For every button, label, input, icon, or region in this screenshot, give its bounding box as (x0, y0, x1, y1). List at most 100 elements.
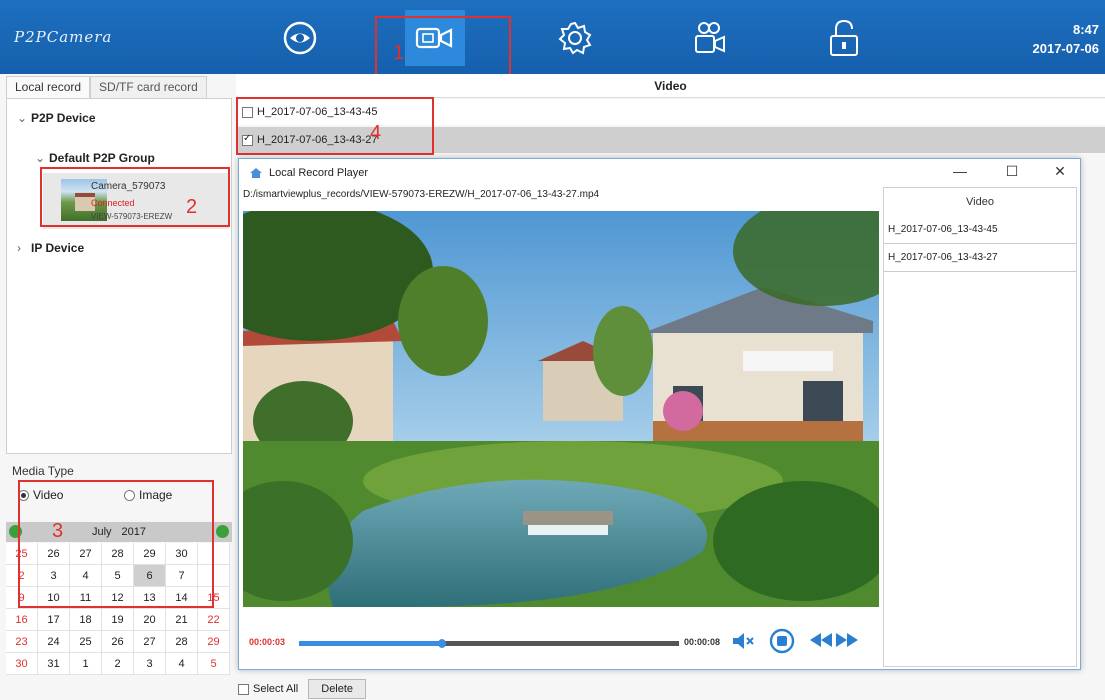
calendar-day[interactable]: 2 (102, 653, 134, 675)
calendar-day[interactable]: 15 (198, 587, 230, 609)
calendar-day[interactable]: 20 (134, 609, 166, 631)
delete-button[interactable]: Delete (308, 679, 367, 699)
tab-sd-card-record[interactable]: SD/TF card record (90, 76, 207, 98)
calendar-week-row: 30 31 1 2 3 4 5 (6, 653, 232, 675)
progress-bar[interactable] (299, 639, 679, 648)
file-row[interactable]: H_2017-07-06_13-43-45 (236, 99, 1105, 125)
calendar-day[interactable]: 2 (6, 565, 38, 587)
calendar-day[interactable] (198, 565, 230, 587)
nav-live-view-button[interactable] (270, 10, 330, 66)
nav-device-button[interactable] (680, 10, 740, 66)
progress-fill (299, 641, 442, 646)
nav-lock-button[interactable] (814, 10, 874, 66)
fast-forward-icon[interactable] (835, 632, 859, 648)
calendar-day[interactable]: 17 (38, 609, 70, 631)
file-name: H_2017-07-06_13-43-45 (257, 106, 378, 118)
calendar-day[interactable]: 22 (198, 609, 230, 631)
tree-node-p2p-device[interactable]: ⌄ P2P Device (17, 111, 96, 125)
calendar-day[interactable]: 1 (70, 653, 102, 675)
local-record-player-window: Local Record Player — ☐ ✕ D:/ismartviewp… (238, 158, 1081, 670)
camera-item[interactable]: Camera_579073 Connected VIEW-579073-EREZ… (43, 173, 229, 229)
calendar-day[interactable]: 4 (166, 653, 198, 675)
lock-icon (830, 19, 858, 56)
calendar-day[interactable]: 11 (70, 587, 102, 609)
nav-record-button[interactable] (405, 10, 465, 66)
calendar-day[interactable]: 30 (6, 653, 38, 675)
device-tree: ⌄ P2P Device ⌄ Default P2P Group Camera_57… (6, 98, 232, 454)
rewind-icon[interactable] (809, 632, 833, 648)
calendar-day[interactable]: 5 (198, 653, 230, 675)
radio-button[interactable] (18, 489, 29, 501)
tree-node-default-group[interactable]: ⌄ Default P2P Group (35, 151, 155, 165)
gear-icon (558, 21, 592, 55)
player-list-item[interactable]: H_2017-07-06_13-43-45 (884, 216, 1076, 244)
radio-video[interactable]: Video (18, 488, 63, 502)
camera-link-icon (695, 22, 725, 53)
calendar-day[interactable]: 3 (38, 565, 70, 587)
calendar-day[interactable]: 9 (6, 587, 38, 609)
calendar-day[interactable]: 26 (38, 543, 70, 565)
video-scene-image (243, 211, 879, 607)
maximize-icon[interactable]: ☐ (997, 163, 1027, 180)
nav-settings-button[interactable] (545, 10, 605, 66)
app-logo: P2PCamera (14, 28, 113, 46)
radio-button[interactable] (124, 489, 135, 501)
radio-label: Image (139, 488, 173, 502)
next-month-icon[interactable] (216, 525, 229, 538)
calendar-day[interactable]: 28 (102, 543, 134, 565)
radio-image[interactable]: Image (124, 488, 172, 502)
media-type-label: Media Type (12, 464, 74, 478)
prev-month-icon[interactable] (9, 525, 22, 538)
select-all-label[interactable]: Select All (253, 683, 298, 695)
calendar-day[interactable]: 12 (102, 587, 134, 609)
radio-label: Video (33, 488, 64, 502)
calendar-day[interactable]: 18 (70, 609, 102, 631)
calendar-day[interactable]: 5 (102, 565, 134, 587)
calendar-day[interactable]: 25 (6, 543, 38, 565)
calendar-day[interactable]: 27 (70, 543, 102, 565)
file-checkbox[interactable] (242, 133, 253, 146)
calendar-day[interactable]: 27 (134, 631, 166, 653)
clock-date: 2017-07-06 (1032, 41, 1100, 56)
calendar-day[interactable]: 29 (198, 631, 230, 653)
calendar-day[interactable]: 24 (38, 631, 70, 653)
record-source-tabs: Local record SD/TF card record (6, 76, 232, 98)
close-icon[interactable]: ✕ (1045, 163, 1075, 180)
calendar-day[interactable]: 4 (70, 565, 102, 587)
calendar-day[interactable]: 13 (134, 587, 166, 609)
app-window: P2PCamera 8:47 2017-07-06 1 Local record… (0, 0, 1105, 700)
stop-icon[interactable] (769, 628, 795, 654)
annotation-number-4: 4 (370, 122, 382, 144)
calendar-day[interactable]: 30 (166, 543, 198, 565)
volume-mute-icon[interactable] (731, 631, 757, 651)
calendar-day[interactable]: 3 (134, 653, 166, 675)
calendar-day[interactable] (198, 543, 230, 565)
calendar-day[interactable]: 25 (70, 631, 102, 653)
calendar-day[interactable]: 29 (134, 543, 166, 565)
progress-knob[interactable] (437, 639, 446, 648)
tab-local-record[interactable]: Local record (6, 76, 91, 98)
calendar-day[interactable]: 14 (166, 587, 198, 609)
tree-node-ip-device[interactable]: › IP Device (17, 241, 84, 255)
calendar-week-row: 25 26 27 28 29 30 (6, 543, 232, 565)
select-all-checkbox[interactable] (238, 683, 249, 695)
clock: 8:47 2017-07-06 (1033, 20, 1100, 58)
calendar-day[interactable]: 31 (38, 653, 70, 675)
calendar-day[interactable]: 23 (6, 631, 38, 653)
calendar-day[interactable]: 16 (6, 609, 38, 631)
calendar-day[interactable]: 19 (102, 609, 134, 631)
calendar-month: July (91, 526, 112, 538)
calendar-day[interactable]: 6 (134, 565, 166, 587)
file-row-selected[interactable]: H_2017-07-06_13-43-27 (236, 127, 1105, 153)
minimize-icon[interactable]: — (945, 163, 975, 179)
file-checkbox[interactable] (242, 106, 253, 118)
calendar-day[interactable]: 10 (38, 587, 70, 609)
calendar-day[interactable]: 21 (166, 609, 198, 631)
calendar-day[interactable]: 7 (166, 565, 198, 587)
clock-time: 8:47 (1072, 22, 1099, 37)
calendar-day[interactable]: 28 (166, 631, 198, 653)
video-frame[interactable] (243, 211, 879, 607)
calendar-day[interactable]: 26 (102, 631, 134, 653)
home-icon (250, 168, 262, 178)
player-list-item[interactable]: H_2017-07-06_13-43-27 (884, 244, 1076, 272)
